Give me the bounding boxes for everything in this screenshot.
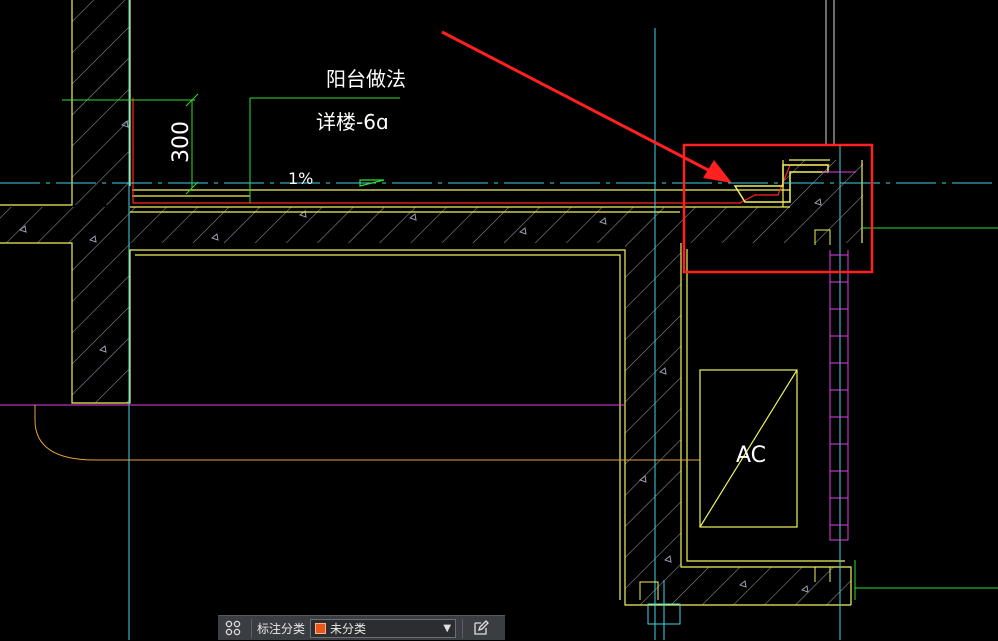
category-dropdown[interactable]: 未分类 ▼ <box>310 618 457 638</box>
floor-finish-line <box>132 98 830 204</box>
edit-icon[interactable] <box>466 616 496 641</box>
category-label: 标注分类 <box>257 621 306 636</box>
grid-apps-icon[interactable] <box>218 616 248 641</box>
toolbar-divider <box>462 618 464 638</box>
slope-label: 1% <box>288 169 313 188</box>
annotation-title: 阳台做法 <box>326 67 406 91</box>
pipe-curve <box>34 405 700 461</box>
ac-label: AC <box>736 443 766 468</box>
cad-drawing-canvas[interactable]: 300 阳台做法 详楼-6ɑ 1% AC <box>0 0 998 640</box>
dimension-text: 300 <box>169 121 194 163</box>
category-dropdown-value: 未分类 <box>330 621 367 636</box>
right-edge-lines <box>825 0 835 145</box>
category-color-swatch <box>315 622 327 634</box>
annotation-toolbar: 标注分类 未分类 ▼ <box>218 615 505 640</box>
callout-arrow <box>441 30 732 183</box>
toolbar-divider <box>251 618 252 638</box>
annotation-ref: 详楼-6ɑ <box>316 110 389 134</box>
concrete-marks <box>18 120 822 593</box>
chevron-down-icon: ▼ <box>443 622 452 634</box>
